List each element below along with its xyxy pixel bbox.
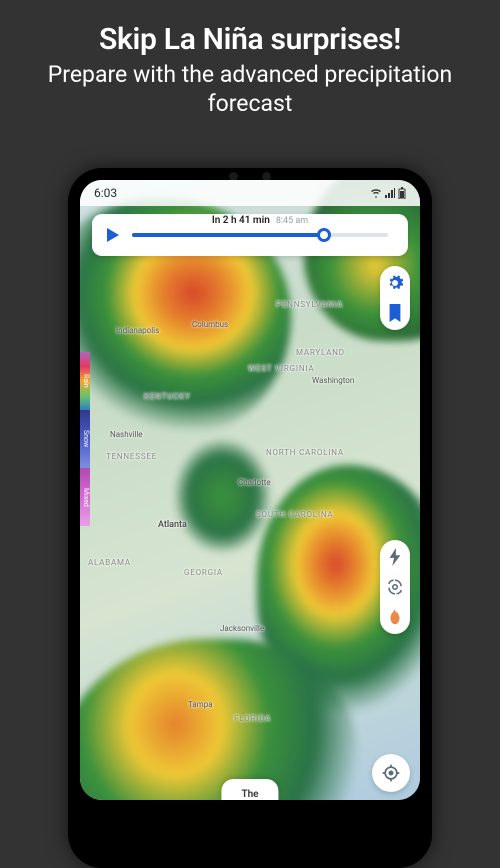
state-wv: WEST VIRGINIA <box>248 364 314 373</box>
map-layers-pill <box>380 540 410 634</box>
app-screen: Chicago Indianapolis Columbus Nashville … <box>80 180 420 800</box>
state-ga: GEORGIA <box>184 568 223 577</box>
state-tn: TENNESSEE <box>106 452 157 461</box>
lightning-layer-button[interactable] <box>385 547 405 567</box>
state-fl: FLORIDA <box>234 714 271 723</box>
precip-legend: Rain Snow Mixed <box>80 352 90 526</box>
timeline-slider[interactable]: In 2 h 41 min8:45 am <box>132 225 388 245</box>
city-tampa: Tampa <box>188 700 213 709</box>
city-nashville: Nashville <box>110 430 143 439</box>
timeline-main-label: In 2 h 41 min <box>212 215 270 226</box>
fire-layer-button[interactable] <box>385 607 405 627</box>
map-tools-top <box>380 266 410 330</box>
city-charlotte: Charlotte <box>238 478 271 487</box>
status-time: 6:03 <box>94 186 117 200</box>
city-indianapolis: Indianapolis <box>116 326 159 335</box>
state-ky: KENTUCKY <box>144 392 191 401</box>
bookmark-button[interactable] <box>385 303 405 323</box>
timeline-control: In 2 h 41 min 8:45 am <box>92 214 408 256</box>
city-columbus: Columbus <box>192 320 228 329</box>
legend-mixed: Mixed <box>80 468 90 526</box>
phone-frame: Chicago Indianapolis Columbus Nashville … <box>68 168 432 868</box>
status-bar: 6:03 <box>80 180 420 206</box>
hurricane-layer-button[interactable] <box>385 577 405 597</box>
battery-icon <box>398 187 406 199</box>
state-sc: SOUTH CAROLINA <box>256 510 333 519</box>
legend-snow: Snow <box>80 410 90 468</box>
bottom-sheet-handle[interactable]: The <box>221 779 278 800</box>
city-washington: Washington <box>312 376 354 385</box>
state-al: ALABAMA <box>88 558 131 567</box>
play-button[interactable] <box>102 225 122 245</box>
promo-subhead: Prepare with the advanced precipitation … <box>20 61 480 119</box>
promo-headline: Skip La Niña surprises! <box>20 22 480 57</box>
locate-me-button[interactable] <box>372 754 410 792</box>
city-jacksonville: Jacksonville <box>220 624 264 633</box>
timeline-sub-label: 8:45 am <box>276 216 308 226</box>
settings-button[interactable] <box>385 273 405 293</box>
legend-rain: Rain <box>80 352 90 410</box>
signal-icon <box>385 188 395 198</box>
wifi-icon <box>370 188 382 198</box>
status-icons <box>370 187 406 199</box>
state-pa: PENNSYLVANIA <box>276 300 343 309</box>
city-atlanta: Atlanta <box>158 520 187 530</box>
promo-block: Skip La Niña surprises! Prepare with the… <box>0 0 500 131</box>
radar-overlay <box>80 180 420 800</box>
map-base[interactable]: Chicago Indianapolis Columbus Nashville … <box>80 180 420 800</box>
state-nc: NORTH CAROLINA <box>266 448 344 457</box>
state-md: MARYLAND <box>296 348 345 357</box>
